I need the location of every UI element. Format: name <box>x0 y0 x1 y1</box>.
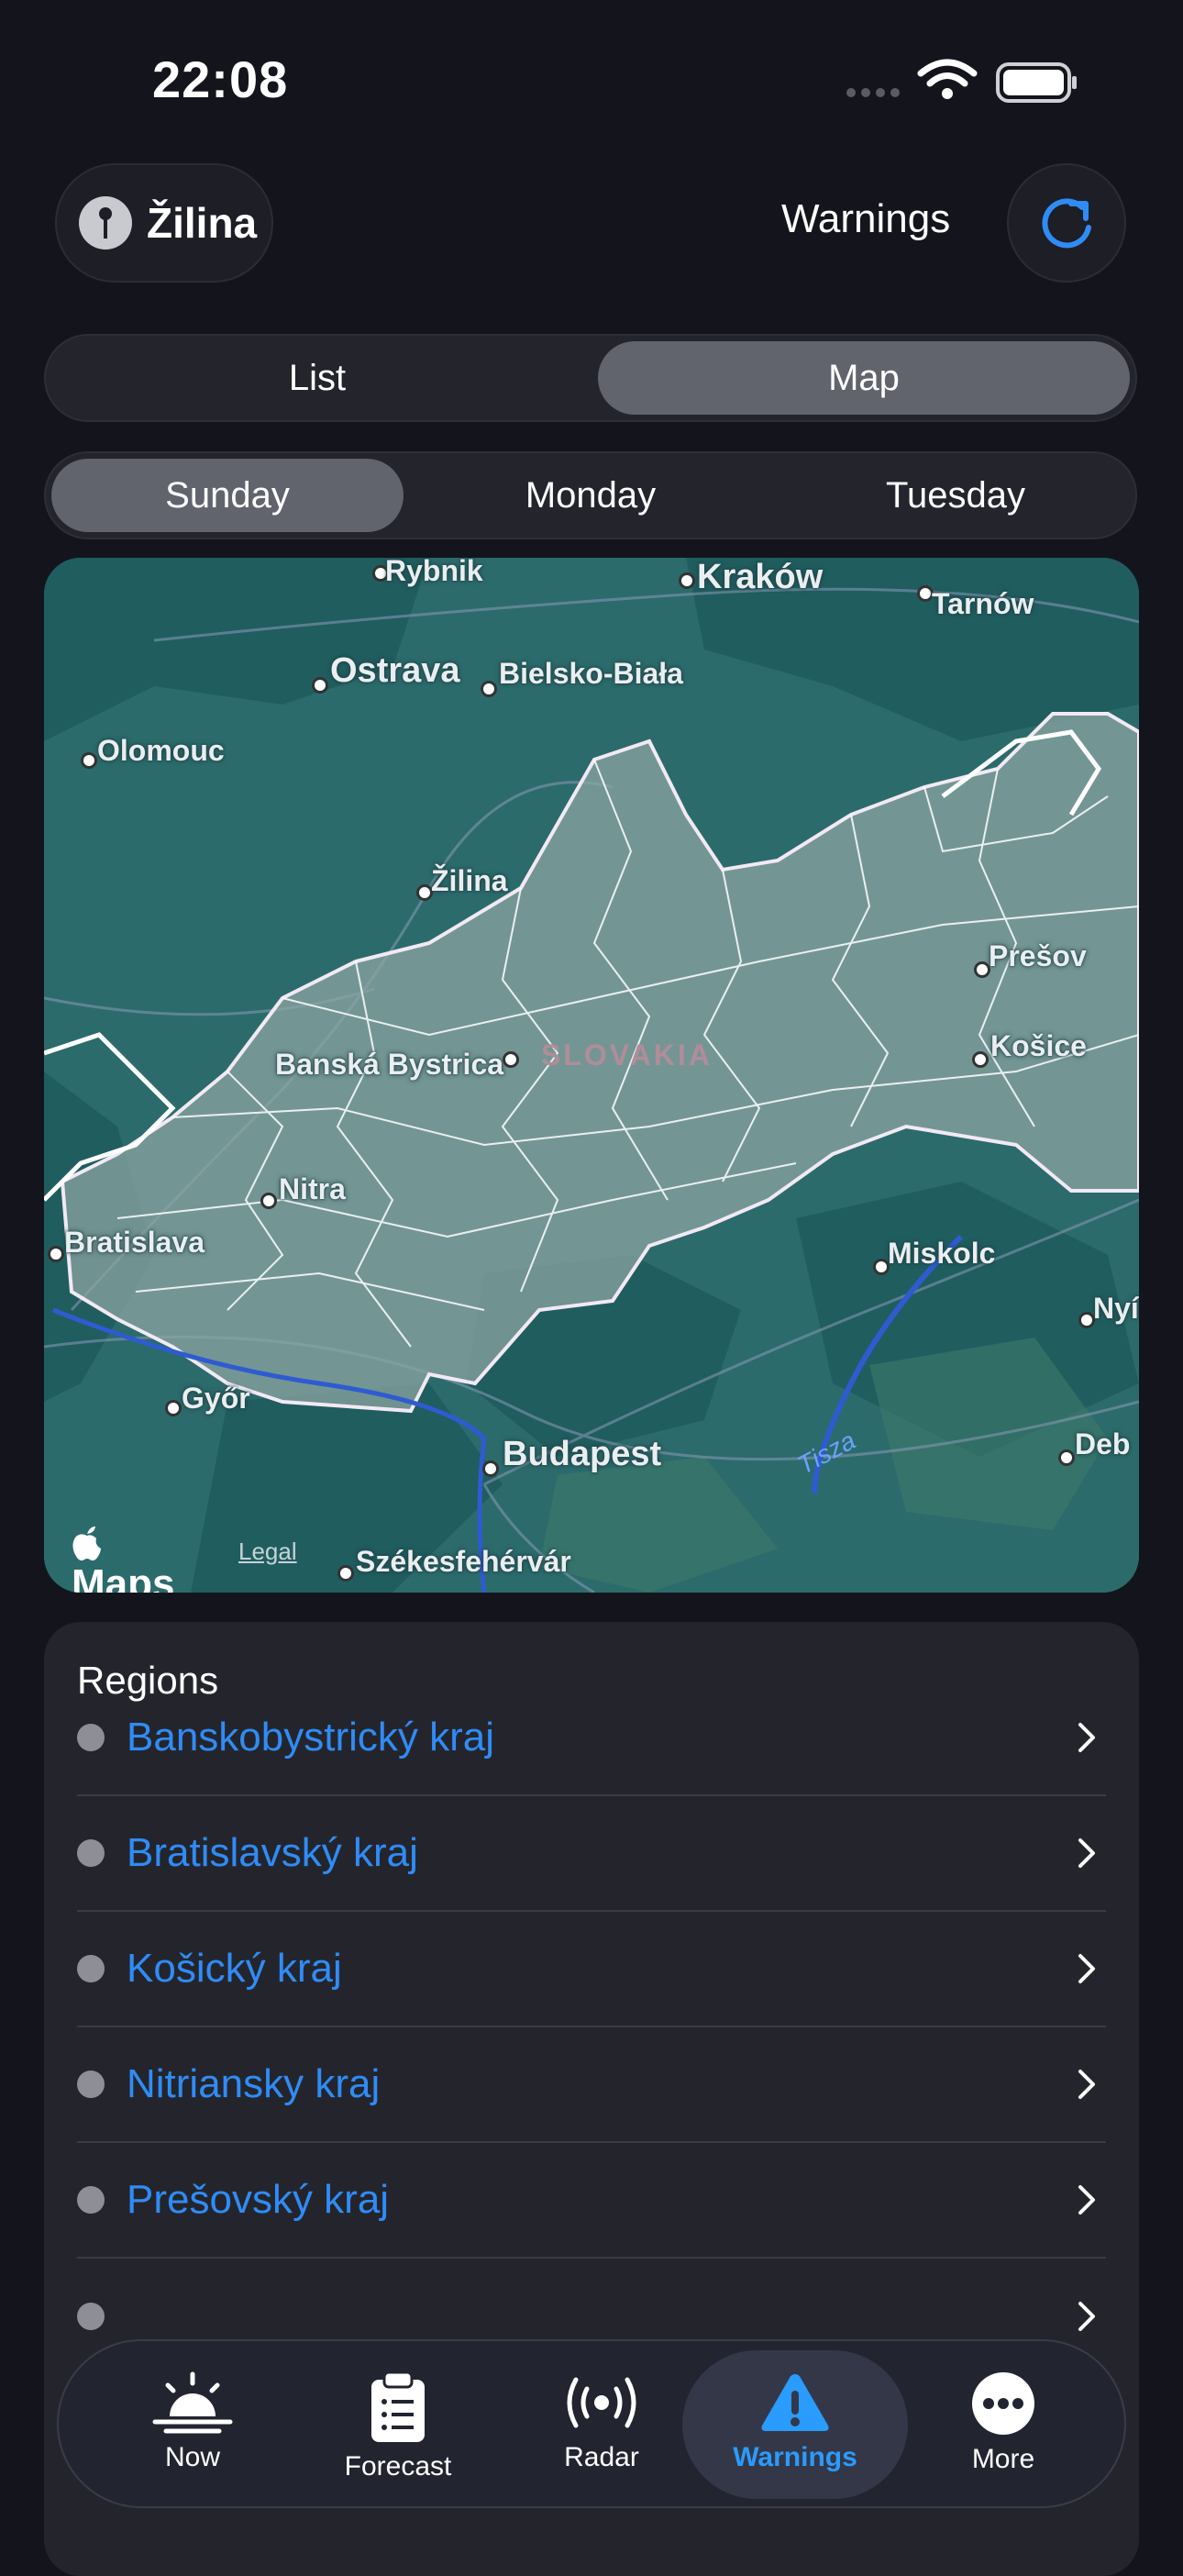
tab-radar[interactable]: Radar <box>510 2350 693 2499</box>
tab-more[interactable]: More <box>912 2350 1095 2499</box>
maps-attribution: Maps <box>72 1525 174 1593</box>
map-city-dot <box>260 1193 277 1209</box>
signal-icon <box>846 88 900 97</box>
wifi-icon <box>917 59 978 87</box>
region-row[interactable]: Košický kraj <box>77 1912 1106 2027</box>
tab-label: More <box>971 2444 1035 2474</box>
tab-map[interactable]: Map <box>598 341 1130 415</box>
tab-label: Forecast <box>344 2451 452 2482</box>
region-row[interactable]: Banskobystrický kraj <box>77 1681 1106 1796</box>
location-button[interactable]: Žilina <box>55 163 273 283</box>
warning-icon <box>761 2374 829 2431</box>
tab-forecast[interactable]: Forecast <box>306 2350 490 2499</box>
tab-list[interactable]: List <box>51 341 583 415</box>
status-dot <box>77 1955 105 1982</box>
map-label-nyiregyhaza: Nyí <box>1093 1292 1139 1325</box>
tab-label: Now <box>164 2442 220 2472</box>
refresh-button[interactable] <box>1007 163 1126 283</box>
map-city-dot <box>503 1051 519 1068</box>
map-label-zilina: Žilina <box>431 864 508 897</box>
map-label-ostrava: Ostrava <box>330 651 460 690</box>
more-icon <box>972 2372 1034 2435</box>
map-label-szekesfehervar: Székesfehérvár <box>356 1545 571 1578</box>
status-dot <box>77 1839 105 1867</box>
chevron-right-icon <box>1078 2185 1095 2215</box>
map-label-olomouc: Olomouc <box>97 734 225 767</box>
clipboard-icon <box>371 2371 425 2442</box>
region-name: Banskobystrický kraj <box>127 1715 495 1760</box>
map-city-dot <box>972 1051 989 1068</box>
map-label-nitra: Nitra <box>279 1172 346 1205</box>
chevron-right-icon <box>1078 1723 1095 1752</box>
region-name: Prešovský kraj <box>127 2177 390 2222</box>
map-label-debrecen: Deb <box>1075 1427 1131 1460</box>
map-label-kosice: Košice <box>990 1029 1087 1062</box>
tab-label: Radar <box>564 2442 639 2472</box>
tab-now[interactable]: Now <box>101 2350 284 2499</box>
tab-sunday[interactable]: Sunday <box>51 459 404 532</box>
chevron-right-icon <box>1078 1838 1095 1868</box>
tab-warnings[interactable]: Warnings <box>682 2350 908 2499</box>
map-label-rybnik: Rybnik <box>385 558 483 587</box>
day-toggle: Sunday Monday Tuesday <box>44 451 1137 539</box>
warnings-map[interactable]: Rybnik Kraków Tarnów Ostrava Bielsko-Bia… <box>44 558 1139 1593</box>
map-label-country: SLOVAKIA <box>541 1038 713 1071</box>
map-label-banska-bystrica: Banská Bystrica <box>275 1048 504 1081</box>
legal-link[interactable]: Legal <box>238 1538 297 1566</box>
region-row[interactable]: Prešovský kraj <box>77 2143 1106 2259</box>
sunrise-icon <box>152 2371 233 2434</box>
tab-tuesday[interactable]: Tuesday <box>779 459 1132 532</box>
status-dot <box>77 2303 105 2330</box>
map-label-budapest: Budapest <box>503 1435 662 1473</box>
map-label-bratislava: Bratislava <box>64 1226 205 1259</box>
region-row[interactable]: Bratislavský kraj <box>77 1796 1106 1912</box>
map-label-presov: Prešov <box>989 939 1087 972</box>
location-label: Žilina <box>147 199 258 247</box>
map-label-krakow: Kraków <box>697 558 824 596</box>
battery-icon <box>996 62 1077 103</box>
apple-icon <box>72 1527 101 1561</box>
status-dot <box>77 1724 105 1751</box>
map-label-tarnow: Tarnów <box>932 587 1034 620</box>
chevron-right-icon <box>1078 2070 1095 2099</box>
radar-icon <box>567 2377 636 2428</box>
status-dot <box>77 2071 105 2098</box>
region-row[interactable]: Nitriansky kraj <box>77 2027 1106 2143</box>
pin-icon <box>79 196 132 250</box>
maps-label: Maps <box>72 1561 175 1593</box>
status-time: 22:08 <box>152 50 289 108</box>
map-city-dot <box>48 1246 64 1262</box>
chevron-right-icon <box>1078 2302 1095 2331</box>
tab-monday[interactable]: Monday <box>415 459 767 532</box>
view-toggle: List Map <box>44 334 1137 422</box>
region-name: Košický kraj <box>127 1946 342 1991</box>
tab-label: Warnings <box>733 2442 857 2472</box>
map-city-dot <box>481 681 497 697</box>
map-city-dot <box>1058 1449 1075 1466</box>
map-label-bielsko-biala: Bielsko-Biała <box>499 657 683 690</box>
region-name: Nitriansky kraj <box>127 2061 381 2106</box>
map-city-dot <box>679 572 695 589</box>
map-city-dot <box>337 1565 354 1582</box>
map-city-dot <box>81 752 97 769</box>
status-dot <box>77 2186 105 2214</box>
status-icons <box>842 53 1080 108</box>
tab-bar: Now Forecast Radar Warnings More <box>57 2339 1126 2508</box>
region-name: Bratislavský kraj <box>127 1830 418 1875</box>
map-label-miskolc: Miskolc <box>888 1237 996 1270</box>
refresh-icon <box>1042 198 1091 249</box>
map-city-dot <box>165 1400 182 1416</box>
map-label-gyor: Győr <box>182 1382 250 1415</box>
chevron-right-icon <box>1078 1954 1095 1983</box>
map-city-dot <box>482 1460 499 1477</box>
map-city-dot <box>312 677 328 694</box>
page-title: Warnings <box>781 196 951 241</box>
